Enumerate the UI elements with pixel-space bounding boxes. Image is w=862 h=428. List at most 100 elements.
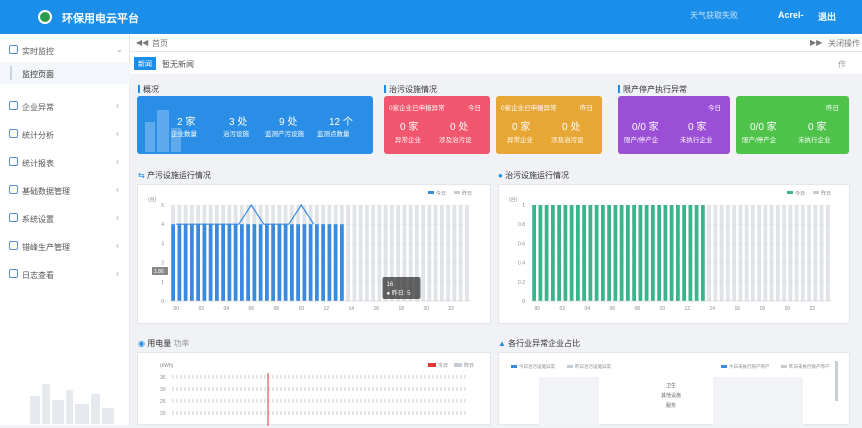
power-chart: (kWh) 今日 昨日 35 30 25 20 [160, 362, 474, 426]
legend-label: 今日治污设施异常 [519, 363, 555, 370]
chevron-left-icon: ‹ [116, 101, 119, 110]
y-axis-unit: (台) [509, 196, 518, 203]
bar-yesterday [757, 205, 761, 301]
bar-yesterday [776, 205, 780, 301]
bar-today [532, 205, 536, 301]
app-title: 环保用电云平台 [62, 13, 139, 25]
legend-swatch [787, 191, 793, 194]
bar-today [576, 205, 580, 301]
bar-yesterday [794, 205, 799, 301]
tab-home[interactable]: 首页 [152, 38, 168, 49]
bar-today [240, 224, 244, 301]
bar-yesterday [807, 205, 811, 301]
legend-label: 今日 [795, 190, 805, 197]
overview-card: 2 家 企业数量 3 处 治污设施 9 处 监测产污设施 12 个 监测点数量 [137, 96, 373, 154]
power-chart-title: ◉ 用电量 功率 [138, 339, 190, 348]
bar-today [613, 205, 618, 301]
legend-swatch [428, 363, 436, 367]
bar-today [171, 224, 175, 301]
crosshair-label: 1.86 [154, 269, 164, 275]
bar-today [632, 205, 636, 301]
bar-today [315, 224, 319, 301]
bar-today [607, 205, 611, 301]
tab-scroll-left-icon[interactable]: ◀◀ [136, 38, 148, 47]
sidebar-item-analysis[interactable]: 统计分析 ‹ [0, 122, 130, 146]
section-limit-title: 限产停产执行异常 [618, 84, 687, 95]
bar-today [588, 205, 593, 301]
sidebar-item-basedata[interactable]: 基础数据管理 ‹ [0, 178, 130, 202]
legend-swatch [567, 365, 573, 368]
logo-icon [38, 10, 52, 24]
legend-label: 今日未执行限产停产 [729, 363, 770, 370]
x-tick-label: 04 [223, 306, 229, 312]
bar-today [177, 224, 182, 301]
x-tick-label: 00 [173, 306, 179, 312]
bar-today [296, 224, 300, 301]
logout-button[interactable]: 退出 [818, 10, 836, 23]
y-tick-label: 3 [161, 241, 164, 247]
sidebar-subitem-monitor[interactable]: 监控页面 [0, 62, 130, 84]
y-tick-label: 20 [160, 411, 166, 417]
x-tick-label: 10 [659, 306, 665, 312]
pollution-today-card[interactable]: 0家企业已申报异常 今日 0 家 异常企业 0 处 涉及治污设 [384, 96, 490, 154]
y-tick-label: 5 [161, 203, 164, 209]
y-axis-unit: (台) [148, 196, 157, 203]
legend-swatch [813, 191, 819, 194]
x-tick-label: 06 [609, 306, 615, 312]
city-skyline-decoration [30, 384, 114, 424]
sidebar-item-reports[interactable]: 统计报表 ‹ [0, 150, 130, 174]
news-more[interactable]: 作 [838, 59, 846, 70]
plot-band [713, 377, 803, 426]
news-text: 暂无新闻 [162, 60, 194, 69]
x-tick-label: 12 [684, 306, 690, 312]
bar-today [538, 205, 543, 301]
bar-today [265, 224, 269, 301]
bar-yesterday [371, 205, 375, 301]
bar-today [557, 205, 561, 301]
x-tick-label: 00 [534, 306, 540, 312]
bar-today [202, 224, 207, 301]
category-label: 卫生 [666, 382, 676, 389]
bar-yesterday [826, 205, 830, 301]
legend-label: 昨日未执行限产停产 [789, 363, 830, 370]
bar-yesterday [738, 205, 743, 301]
bar-today [290, 224, 294, 301]
x-tick-label: 20 [784, 306, 790, 312]
bar-today [594, 205, 599, 301]
monitor-point-count: 12 个 [329, 117, 353, 128]
bar-yesterday [713, 205, 718, 301]
x-tick-label: 22 [809, 306, 815, 312]
x-tick-label: 02 [198, 306, 204, 312]
x-tick-label: 22 [448, 306, 454, 312]
bar-yesterday [440, 205, 444, 301]
bar-yesterday [751, 205, 755, 301]
bar-today [619, 205, 624, 301]
sidebar-item-logs[interactable]: 日志查看 ‹ [0, 262, 130, 286]
tab-scroll-right-icon[interactable]: ▶▶ [810, 38, 822, 47]
bar-yesterday [465, 205, 469, 301]
user-menu[interactable]: Acrel- [778, 10, 804, 20]
bar-today [215, 224, 219, 301]
close-operation-button[interactable]: 关闭操作 [828, 38, 860, 49]
alert-icon [9, 101, 18, 110]
bar-today [657, 205, 661, 301]
treatment-count: 3 处 [229, 117, 248, 128]
sidebar-item-anomaly[interactable]: 企业异常 ‹ [0, 94, 130, 118]
bar-yesterday [732, 205, 736, 301]
limit-yesterday-card[interactable]: 昨日 0/0 家 限产/停产企 0 家 未执行企业 [736, 96, 849, 154]
limit-today-card[interactable]: 今日 0/0 家 限产/停产企 0 家 未执行企业 [618, 96, 730, 154]
bar-today [327, 224, 332, 301]
sidebar-item-realtime[interactable]: 实时监控 ⌄ [0, 38, 130, 62]
y-tick-label: 1 [522, 203, 525, 209]
pollution-yesterday-card[interactable]: 0家企业已申报异常 昨日 0 家 异常企业 0 处 涉及治污设 [496, 96, 602, 154]
bar-yesterday [427, 205, 432, 301]
sidebar-item-settings[interactable]: 系统设置 ‹ [0, 206, 130, 230]
monitor-icon [9, 45, 18, 54]
chevron-left-icon: ‹ [116, 185, 119, 194]
power-tab[interactable]: 功率 [173, 339, 189, 348]
bar-yesterday [433, 205, 438, 301]
bar-yesterday [763, 205, 768, 301]
scrollbar [835, 361, 838, 401]
chevron-left-icon: ‹ [116, 157, 119, 166]
sidebar-item-peak[interactable]: 错峰生产管理 ‹ [0, 234, 130, 258]
